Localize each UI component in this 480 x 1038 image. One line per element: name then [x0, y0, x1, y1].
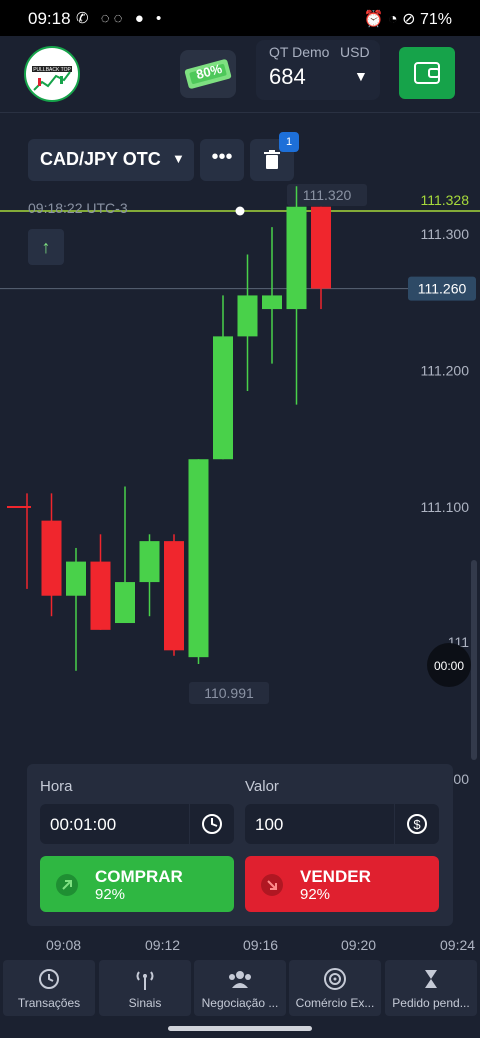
system-icons: ⏰ ◔ ⊘ 71%: [363, 11, 452, 28]
wallet-button[interactable]: [399, 47, 455, 99]
candle-body: [66, 561, 86, 596]
nav-label: Sinais: [128, 996, 162, 1010]
time-field[interactable]: 00:01:00: [40, 804, 234, 844]
time-tick: 09:16: [243, 937, 279, 953]
target-icon: [324, 968, 346, 990]
clock-icon[interactable]: [189, 804, 234, 844]
svg-text:$: $: [413, 817, 421, 832]
pending-count-badge: 1: [279, 132, 299, 152]
notification-icons: ✆ ◌◌ ● •: [76, 10, 166, 27]
price-tick: 111.300: [420, 226, 469, 242]
users-icon: [229, 971, 251, 988]
time-tick: 09:24: [440, 937, 476, 953]
trash-icon: [264, 150, 280, 169]
more-options-button[interactable]: •••: [200, 139, 244, 181]
high-marker: 111.320: [303, 187, 352, 203]
account-balance: 684: [269, 64, 306, 89]
arrow-up-icon[interactable]: ↑: [28, 229, 64, 265]
time-tick: 09:12: [145, 937, 181, 953]
nav-label: Comércio Ex...: [295, 996, 375, 1010]
buy-button[interactable]: COMPRAR 92%: [40, 856, 234, 912]
app-header: PULLBACK TOP 80% QT Demo USD 684 ▼: [0, 36, 480, 113]
current-price: 111.260: [418, 281, 467, 297]
sell-label: VENDER: [300, 867, 371, 886]
nav-transactions[interactable]: Transações: [3, 960, 95, 1016]
arrow-up-right-icon: [56, 874, 78, 896]
price-tick: 111.100: [420, 499, 469, 515]
home-indicator[interactable]: [168, 1026, 312, 1031]
asset-selector[interactable]: CAD/JPY OTC ▼: [28, 139, 194, 181]
candle-body: [139, 541, 160, 583]
amount-label: Valor: [245, 778, 279, 795]
nav-label: Negociação ...: [201, 996, 279, 1010]
nav-social-trading[interactable]: Negociação ...: [194, 960, 286, 1016]
account-type: QT Demo: [269, 44, 330, 60]
countdown-text: 00:00: [434, 659, 464, 673]
nav-external-trade[interactable]: Comércio Ex...: [289, 960, 381, 1016]
price-line-handle: [235, 206, 245, 216]
chart-timestamp: 09:18:22 UTC-3: [28, 200, 128, 216]
nav-pending-orders[interactable]: Pedido pend...: [385, 960, 477, 1016]
signal-icon: [136, 971, 154, 990]
candle-body: [188, 459, 209, 658]
time-tick: 09:08: [46, 937, 82, 953]
price-tick: 00: [453, 771, 469, 787]
price-line-label: 111.328: [420, 192, 469, 208]
candle-body: [311, 206, 331, 289]
amount-field[interactable]: 100 $: [245, 804, 439, 844]
time-value: 00:01:00: [50, 815, 117, 834]
time-tick: 09:20: [341, 937, 377, 953]
nav-label: Transações: [17, 996, 81, 1010]
chart-scrollbar: [471, 560, 477, 760]
low-marker: 110.991: [204, 685, 254, 701]
buy-label: COMPRAR: [95, 867, 183, 886]
account-currency: USD: [340, 44, 370, 60]
time-label: Hora: [40, 778, 73, 795]
candle-body: [90, 561, 111, 630]
dollar-icon[interactable]: $: [394, 804, 439, 844]
chevron-down-icon: ▼: [354, 68, 368, 84]
arrow-down-right-icon: [261, 874, 283, 896]
asset-name: CAD/JPY OTC: [40, 149, 161, 169]
more-icon: •••: [211, 146, 233, 168]
wallet-icon: [414, 62, 440, 84]
candle-body: [262, 295, 282, 310]
logo-text: PULLBACK TOP: [33, 67, 71, 73]
promo-badge[interactable]: 80%: [180, 50, 236, 98]
candle-body: [213, 336, 233, 460]
chevron-down-icon: ▼: [172, 151, 185, 166]
hourglass-icon: [425, 970, 437, 988]
status-time: 09:18: [28, 9, 71, 28]
buy-payout: 92%: [95, 886, 126, 903]
history-icon: [39, 969, 59, 989]
candle-body: [237, 295, 258, 337]
candle-body: [286, 206, 307, 310]
candle-body: [41, 520, 62, 596]
sell-payout: 92%: [300, 886, 331, 903]
amount-value: 100: [255, 815, 284, 834]
candle-body: [164, 541, 184, 651]
nav-signals[interactable]: Sinais: [99, 960, 191, 1016]
status-bar: 09:18 ✆ ◌◌ ● • ⏰ ◔ ⊘ 71%: [0, 0, 480, 36]
nav-label: Pedido pend...: [392, 996, 470, 1010]
logo-icon[interactable]: PULLBACK TOP: [24, 46, 80, 102]
account-selector[interactable]: QT Demo USD 684 ▼: [256, 40, 380, 100]
price-tick: 111.200: [420, 363, 469, 379]
sell-button[interactable]: VENDER 92%: [245, 856, 439, 912]
bottom-nav: Transações Sinais Negociação ... Comérci…: [0, 958, 480, 1020]
trade-panel: Hora Valor 00:01:00 100 $ COMPRAR 92% VE…: [27, 764, 453, 926]
candle-body: [115, 582, 135, 624]
